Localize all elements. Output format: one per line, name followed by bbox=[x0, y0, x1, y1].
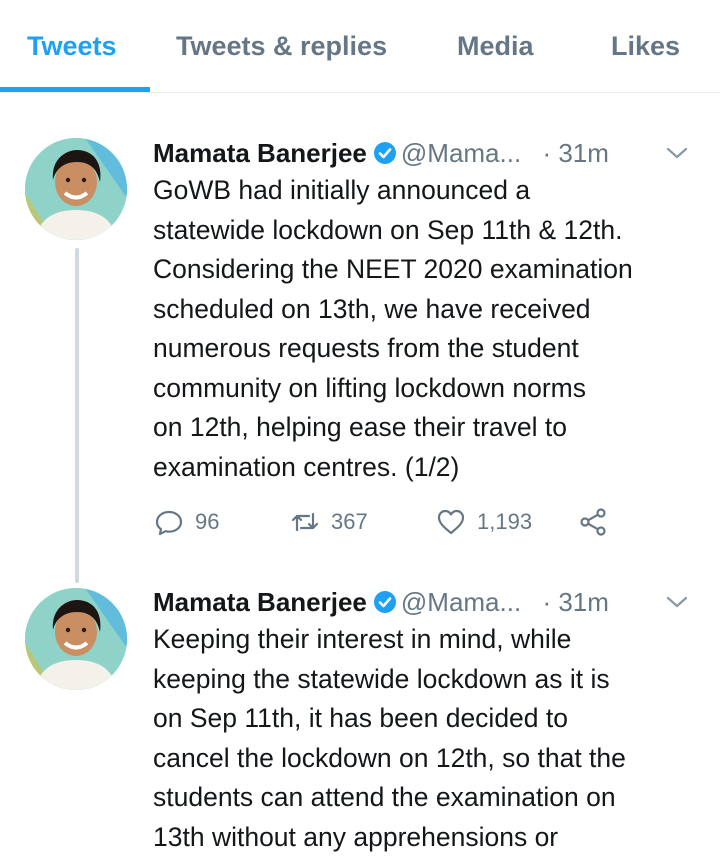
like-button[interactable]: 1,193 bbox=[435, 506, 532, 538]
author-name[interactable]: Mamata Banerjee bbox=[153, 138, 367, 168]
tweet-actions: 96 367 1,193 bbox=[153, 506, 673, 542]
thread-line bbox=[75, 248, 79, 583]
tweet-text-line: Keeping their interest in mind, while bbox=[153, 624, 572, 654]
tweet-text-line: Considering the NEET 2020 examination bbox=[153, 254, 633, 284]
tab-tweets-and-replies[interactable]: Tweets & replies bbox=[176, 30, 387, 62]
avatar[interactable] bbox=[25, 588, 127, 690]
avatar-image bbox=[25, 138, 127, 240]
like-icon bbox=[437, 509, 465, 535]
tweet-timestamp[interactable]: · 31m bbox=[542, 587, 608, 617]
tweet-text-line: on Sep 11th, it has been decided to bbox=[153, 703, 568, 733]
tab-tweets[interactable]: Tweets bbox=[27, 30, 117, 62]
tab-likes[interactable]: Likes bbox=[611, 30, 680, 62]
author-name[interactable]: Mamata Banerjee bbox=[153, 587, 367, 617]
tweet-text: GoWB had initially announced a statewide… bbox=[153, 171, 713, 487]
chevron-down-icon[interactable] bbox=[664, 143, 690, 163]
tweet-text-line: scheduled on 13th, we have received bbox=[153, 293, 591, 324]
tweet-text-line: on 12th, helping ease their travel to bbox=[153, 412, 567, 442]
retweet-count: 367 bbox=[331, 509, 368, 534]
reply-button[interactable]: 96 bbox=[153, 506, 219, 538]
tweet-timestamp[interactable]: · 31m bbox=[542, 138, 608, 168]
retweet-button[interactable]: 367 bbox=[289, 506, 368, 538]
tweet-text-line: examination centres. (1/2) bbox=[153, 451, 460, 482]
tab-media[interactable]: Media bbox=[457, 30, 534, 62]
tweet-text-line: keeping the statewide lockdown as it is bbox=[153, 663, 610, 694]
avatar-image bbox=[25, 588, 127, 690]
tweet-text-line: GoWB had initially announced a bbox=[153, 175, 531, 205]
tweet-text-line: statewide lockdown on Sep 11th & 12th. bbox=[153, 214, 623, 245]
tweet-text-line: numerous requests from the student bbox=[153, 333, 579, 363]
share-button[interactable] bbox=[577, 506, 609, 538]
tweet-text-line: community on lifting lockdown norms bbox=[153, 372, 587, 403]
tweet-text-line: cancel the lockdown on 12th, so that the bbox=[153, 742, 626, 773]
tweet-header: Mamata Banerjee @Mama... · 31m bbox=[153, 137, 609, 169]
tweet-header: Mamata Banerjee @Mama... · 31m bbox=[153, 586, 609, 618]
author-handle[interactable]: @Mama... bbox=[401, 138, 521, 168]
retweet-icon bbox=[291, 512, 319, 532]
tweet-text: Keeping their interest in mind, while ke… bbox=[153, 620, 713, 857]
reply-icon bbox=[155, 510, 183, 536]
avatar[interactable] bbox=[25, 138, 127, 240]
verified-badge-icon bbox=[373, 142, 396, 164]
author-handle[interactable]: @Mama... bbox=[401, 587, 521, 617]
like-count: 1,193 bbox=[477, 509, 533, 534]
verified-badge-icon bbox=[373, 591, 396, 613]
chevron-down-icon[interactable] bbox=[664, 592, 690, 612]
tweet-text-line: 13th without any apprehensions or bbox=[153, 821, 559, 852]
tweet-text-line: students can attend the examination on bbox=[153, 782, 616, 812]
reply-count: 96 bbox=[195, 509, 220, 534]
active-tab-indicator bbox=[0, 87, 150, 92]
profile-tabs: Tweets Tweets & replies Media Likes bbox=[0, 0, 720, 93]
share-icon bbox=[580, 508, 606, 536]
